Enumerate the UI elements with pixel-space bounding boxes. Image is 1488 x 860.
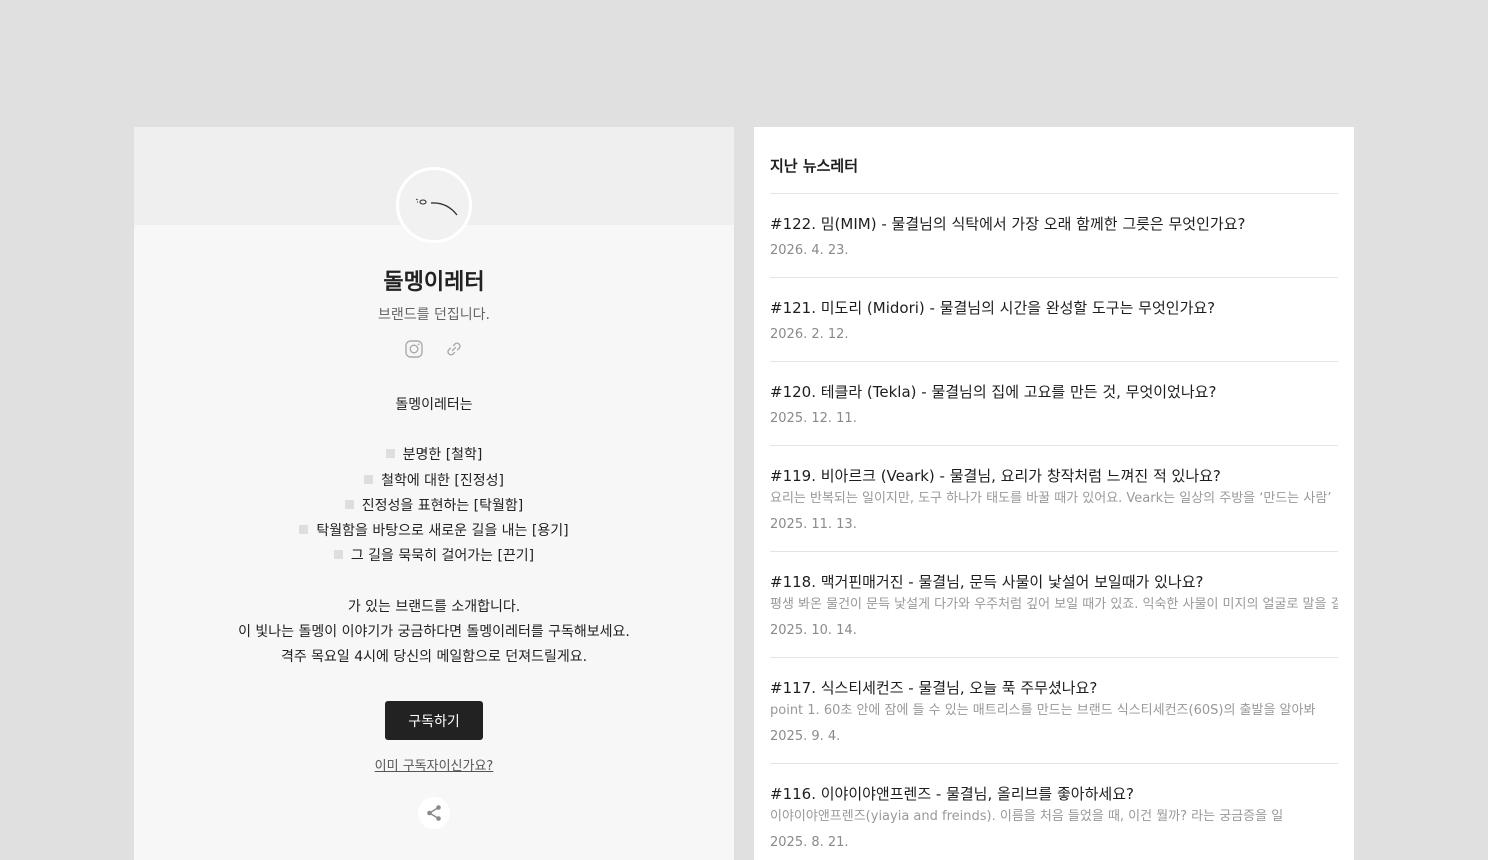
description-outro: 이 빛나는 돌멩이 이야기가 궁금하다면 돌멩이레터를 구독해보세요. <box>238 623 630 640</box>
newsletter-item[interactable]: #116. 이야이야앤프렌즈 - 물결님, 올리브를 좋아하세요? 이야이야앤프렌… <box>770 764 1338 860</box>
newsletter-item[interactable]: #121. 미도리 (Midori) - 물결님의 시간을 완성할 도구는 무엇… <box>770 278 1338 362</box>
newsletter-item[interactable]: #120. 테클라 (Tekla) - 물결님의 집에 고요를 만든 것, 무엇… <box>770 362 1338 446</box>
brand-description: 돌멩이레터는 분명한 [철학] 철학에 대한 [진정성] 진정성을 표현하는 [… <box>134 393 734 670</box>
bullet-square-icon <box>299 524 309 534</box>
value-item: 철학에 대한 [진정성] <box>134 469 734 494</box>
bullet-square-icon <box>385 449 395 459</box>
newsletter-date: 2025. 8. 21. <box>770 835 849 850</box>
subscribe-button[interactable]: 구독하기 <box>385 701 483 740</box>
newsletter-list: #122. 밈(MIM) - 물결님의 식탁에서 가장 오래 함께한 그릇은 무… <box>770 194 1338 860</box>
brand-tagline: 브랜드를 던집니다. <box>378 307 490 323</box>
profile-panel: 돌멩이레터 브랜드를 던집니다. 돌멩이레터는 분명한 [철학] 철학에 대한 … <box>134 127 734 860</box>
newsletter-date: 2025. 12. 11. <box>770 411 857 426</box>
archive-panel: 지난 뉴스레터 #122. 밈(MIM) - 물결님의 식탁에서 가장 오래 함… <box>754 127 1354 860</box>
newsletter-item[interactable]: #122. 밈(MIM) - 물결님의 식탁에서 가장 오래 함께한 그릇은 무… <box>770 194 1338 278</box>
newsletter-title[interactable]: #120. 테클라 (Tekla) - 물결님의 집에 고요를 만든 것, 무엇… <box>770 381 1338 403</box>
newsletter-date: 2026. 4. 23. <box>770 243 849 258</box>
already-subscriber-link[interactable]: 이미 구독자이신가요? <box>134 755 734 774</box>
archive-title: 지난 뉴스레터 <box>770 157 859 175</box>
newsletter-excerpt: point 1. 60초 안에 잠에 들 수 있는 매트리스를 만드는 브랜드 … <box>770 703 1316 718</box>
newsletter-title[interactable]: #121. 미도리 (Midori) - 물결님의 시간을 완성할 도구는 무엇… <box>770 297 1338 319</box>
bullet-square-icon <box>344 499 354 509</box>
stone-logo-icon <box>415 198 458 216</box>
value-item: 분명한 [철학] <box>134 443 734 468</box>
share-button[interactable] <box>418 797 450 829</box>
brand-title: 돌멩이레터 <box>383 270 485 295</box>
newsletter-item[interactable]: #118. 맥거핀매거진 - 물결님, 문득 사물이 낯설어 보일때가 있나요?… <box>770 552 1338 658</box>
newsletter-date: 2025. 10. 14. <box>770 623 857 638</box>
instagram-icon[interactable] <box>404 339 424 359</box>
newsletter-excerpt: 평생 봐온 물건이 문득 낯설게 다가와 우주처럼 깊어 보일 때가 있죠. 익… <box>770 597 1338 612</box>
newsletter-date: 2026. 2. 12. <box>770 327 849 342</box>
newsletter-item[interactable]: #119. 비아르크 (Veark) - 물결님, 요리가 창작처럼 느껴진 적… <box>770 446 1338 552</box>
value-item: 탁월함을 바탕으로 새로운 길을 내는 [용기] <box>134 519 734 544</box>
newsletter-title[interactable]: #116. 이야이야앤프렌즈 - 물결님, 올리브를 좋아하세요? <box>770 783 1338 805</box>
newsletter-excerpt: 이야이야앤프렌즈(yiayia and freinds). 이름을 처음 들었을… <box>770 809 1284 824</box>
avatar <box>396 167 472 243</box>
description-intro: 돌멩이레터는 <box>395 397 473 413</box>
bullet-square-icon <box>333 550 343 560</box>
bullet-square-icon <box>364 474 374 484</box>
description-outro: 격주 목요일 4시에 당신의 메일함으로 던져드릴게요. <box>280 648 588 665</box>
newsletter-item[interactable]: #117. 식스티세컨즈 - 물결님, 오늘 푹 주무셨나요? point 1. … <box>770 658 1338 764</box>
newsletter-date: 2025. 11. 13. <box>770 517 857 532</box>
newsletter-title[interactable]: #118. 맥거핀매거진 - 물결님, 문득 사물이 낯설어 보일때가 있나요? <box>770 571 1338 593</box>
link-icon[interactable] <box>444 339 464 359</box>
description-outro: 가 있는 브랜드를 소개합니다. <box>347 598 521 615</box>
value-item: 진정성을 표현하는 [탁월함] <box>134 494 734 519</box>
newsletter-excerpt: 요리는 반복되는 일이지만, 도구 하나가 태도를 바꿀 때가 있어요. Vea… <box>770 491 1332 506</box>
newsletter-date: 2025. 9. 4. <box>770 729 841 744</box>
newsletter-title[interactable]: #119. 비아르크 (Veark) - 물결님, 요리가 창작처럼 느껴진 적… <box>770 465 1338 487</box>
newsletter-title[interactable]: #122. 밈(MIM) - 물결님의 식탁에서 가장 오래 함께한 그릇은 무… <box>770 213 1338 235</box>
value-item: 그 길을 묵묵히 걸어가는 [끈기] <box>134 544 734 569</box>
share-icon <box>427 805 441 821</box>
newsletter-title[interactable]: #117. 식스티세컨즈 - 물결님, 오늘 푹 주무셨나요? <box>770 677 1338 699</box>
social-links <box>134 339 734 359</box>
